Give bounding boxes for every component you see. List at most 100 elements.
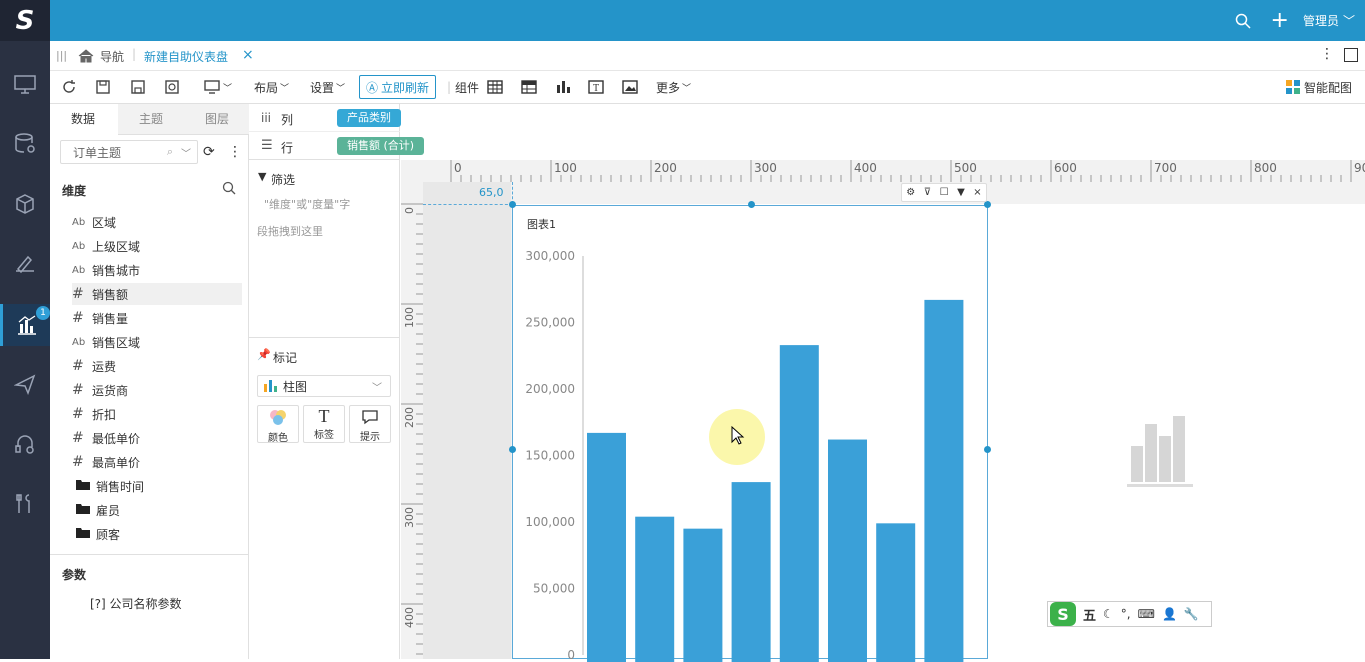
field-sales-amount[interactable]: # 销售额 bbox=[72, 283, 242, 305]
params-title: 参数 bbox=[62, 568, 87, 582]
bar[interactable] bbox=[779, 345, 819, 662]
tab-layer[interactable]: 图层 bbox=[184, 104, 250, 135]
search-icon[interactable] bbox=[222, 181, 236, 195]
bar[interactable] bbox=[587, 432, 626, 662]
resize-handle[interactable] bbox=[509, 201, 516, 208]
send-icon[interactable] bbox=[0, 364, 50, 404]
refresh-icon[interactable] bbox=[61, 76, 77, 98]
bar[interactable] bbox=[876, 523, 916, 662]
bar[interactable] bbox=[828, 439, 867, 662]
moon-icon[interactable]: ☾ bbox=[1103, 607, 1114, 621]
field-freight[interactable]: # 运费 bbox=[72, 355, 242, 377]
bar[interactable] bbox=[731, 482, 771, 662]
ruler-tick-label: 100 bbox=[554, 161, 577, 175]
row-pill[interactable]: 销售额 (合计) bbox=[337, 137, 425, 155]
table-icon[interactable] bbox=[487, 76, 503, 98]
refresh-icon[interactable]: ⟳ bbox=[203, 144, 215, 160]
shelf-divider bbox=[249, 131, 400, 132]
user-menu[interactable]: 管理员 bbox=[1303, 12, 1339, 29]
display-dropdown[interactable]: ﹀ bbox=[204, 76, 232, 98]
crosstab-icon[interactable] bbox=[521, 76, 537, 98]
color-mark-button[interactable]: 颜色 bbox=[257, 405, 299, 444]
close-icon[interactable]: × bbox=[973, 187, 981, 198]
logo[interactable]: S bbox=[0, 0, 50, 41]
triangle-down-icon[interactable]: ▼ bbox=[957, 187, 965, 198]
position-readout: 65,0 bbox=[479, 186, 504, 199]
image-icon[interactable] bbox=[622, 76, 638, 98]
bar[interactable] bbox=[635, 516, 675, 662]
settings-dropdown[interactable]: 设置 ﹀ bbox=[310, 76, 345, 98]
monitor-icon[interactable] bbox=[0, 65, 50, 105]
square-icon[interactable]: ☐ bbox=[940, 187, 949, 198]
preview-icon[interactable] bbox=[164, 76, 180, 98]
resize-handle[interactable] bbox=[748, 201, 755, 208]
field-sales-city[interactable]: Ab 销售城市 bbox=[72, 259, 242, 281]
resize-handle[interactable] bbox=[984, 201, 991, 208]
smart-chart-button[interactable]: 智能配图 bbox=[1286, 76, 1352, 98]
field-label: 销售量 bbox=[92, 311, 129, 326]
tab-data[interactable]: 数据 bbox=[50, 104, 116, 135]
ime-mode-label[interactable]: 五 bbox=[1083, 605, 1096, 624]
svg-text:S: S bbox=[1057, 605, 1069, 624]
search-icon[interactable] bbox=[1235, 13, 1251, 29]
text-icon[interactable]: T bbox=[588, 76, 604, 98]
chart-icon[interactable] bbox=[555, 76, 571, 98]
tab-dashboard[interactable]: 新建自助仪表盘 bbox=[144, 48, 228, 65]
punctuation-icon[interactable]: °, bbox=[1121, 607, 1131, 621]
bar[interactable] bbox=[683, 528, 723, 662]
chevron-down-icon[interactable]: ﹀ bbox=[1343, 12, 1355, 29]
folder-employee[interactable]: 雇员 bbox=[76, 499, 246, 521]
bar[interactable] bbox=[924, 299, 964, 662]
home-icon[interactable] bbox=[78, 49, 94, 63]
field-max-price[interactable]: # 最高单价 bbox=[72, 451, 242, 473]
ruler-pencil-icon[interactable] bbox=[0, 244, 50, 284]
save-icon[interactable] bbox=[95, 76, 111, 98]
bar-chart-icon[interactable]: 1 bbox=[0, 304, 50, 346]
nav-tab[interactable]: 导航 bbox=[100, 48, 124, 65]
topic-select[interactable]: 订单主题 ⌕ ﹀ bbox=[60, 140, 198, 164]
chart-type-select[interactable]: 柱图 ﹀ bbox=[257, 375, 391, 397]
tooltip-mark-button[interactable]: 提示 bbox=[349, 405, 391, 443]
resize-handle[interactable] bbox=[509, 446, 516, 453]
sogou-logo-icon[interactable]: S bbox=[1050, 602, 1076, 626]
maximize-icon[interactable] bbox=[1344, 48, 1358, 62]
add-icon[interactable]: + bbox=[1271, 9, 1289, 32]
dimension-title: 维度 bbox=[62, 184, 87, 198]
refresh-now-button[interactable]: Ⓐ 立即刷新 bbox=[359, 75, 437, 99]
layout-dropdown[interactable]: 布局 ﹀ bbox=[254, 76, 289, 98]
tab-theme[interactable]: 主题 bbox=[118, 104, 184, 135]
palette-icon bbox=[270, 410, 286, 425]
keyboard-icon[interactable]: ⌨ bbox=[1138, 607, 1155, 621]
field-sales-region[interactable]: Ab 销售区域 bbox=[72, 331, 242, 353]
field-parent-region[interactable]: Ab 上级区域 bbox=[72, 235, 242, 257]
tools-icon[interactable] bbox=[0, 484, 50, 524]
user-icon[interactable]: 👤 bbox=[1162, 607, 1177, 621]
database-gear-icon[interactable] bbox=[0, 124, 50, 164]
field-discount[interactable]: # 折扣 bbox=[72, 403, 242, 425]
bar-chart-color-icon bbox=[264, 380, 277, 392]
filter-icon[interactable]: ⊽ bbox=[924, 187, 931, 198]
headset-icon[interactable] bbox=[0, 424, 50, 464]
cube-icon[interactable] bbox=[0, 184, 50, 224]
more-vertical-icon[interactable]: ⋮ bbox=[228, 144, 242, 160]
more-dropdown[interactable]: 更多 ﹀ bbox=[656, 76, 691, 98]
gear-icon[interactable]: ⚙ bbox=[906, 187, 915, 198]
field-region[interactable]: Ab 区域 bbox=[72, 211, 242, 233]
folder-sales-time[interactable]: 销售时间 bbox=[76, 475, 246, 497]
resize-handle[interactable] bbox=[984, 446, 991, 453]
save-as-icon[interactable] bbox=[130, 76, 146, 98]
field-sales-volume[interactable]: # 销售量 bbox=[72, 307, 242, 329]
field-min-price[interactable]: # 最低单价 bbox=[72, 427, 242, 449]
folder-customer[interactable]: 顾客 bbox=[76, 523, 246, 545]
close-icon[interactable]: × bbox=[242, 47, 254, 63]
chart-type-value: 柱图 bbox=[283, 379, 308, 394]
refresh-circle-icon: Ⓐ bbox=[366, 80, 379, 95]
field-shipper[interactable]: # 运货商 bbox=[72, 379, 242, 401]
more-vertical-icon[interactable]: ⋮ bbox=[1320, 46, 1334, 62]
user-area: + 管理员 ﹀ bbox=[1235, 0, 1355, 41]
wrench-icon[interactable]: 🔧 bbox=[1184, 607, 1199, 621]
label-mark-button[interactable]: T 标签 bbox=[303, 405, 345, 443]
column-pill[interactable]: 产品类别 bbox=[337, 109, 401, 127]
menu-icon[interactable]: ||| bbox=[56, 49, 67, 62]
param-company-name[interactable]: [?] 公司名称参数 bbox=[90, 595, 182, 612]
